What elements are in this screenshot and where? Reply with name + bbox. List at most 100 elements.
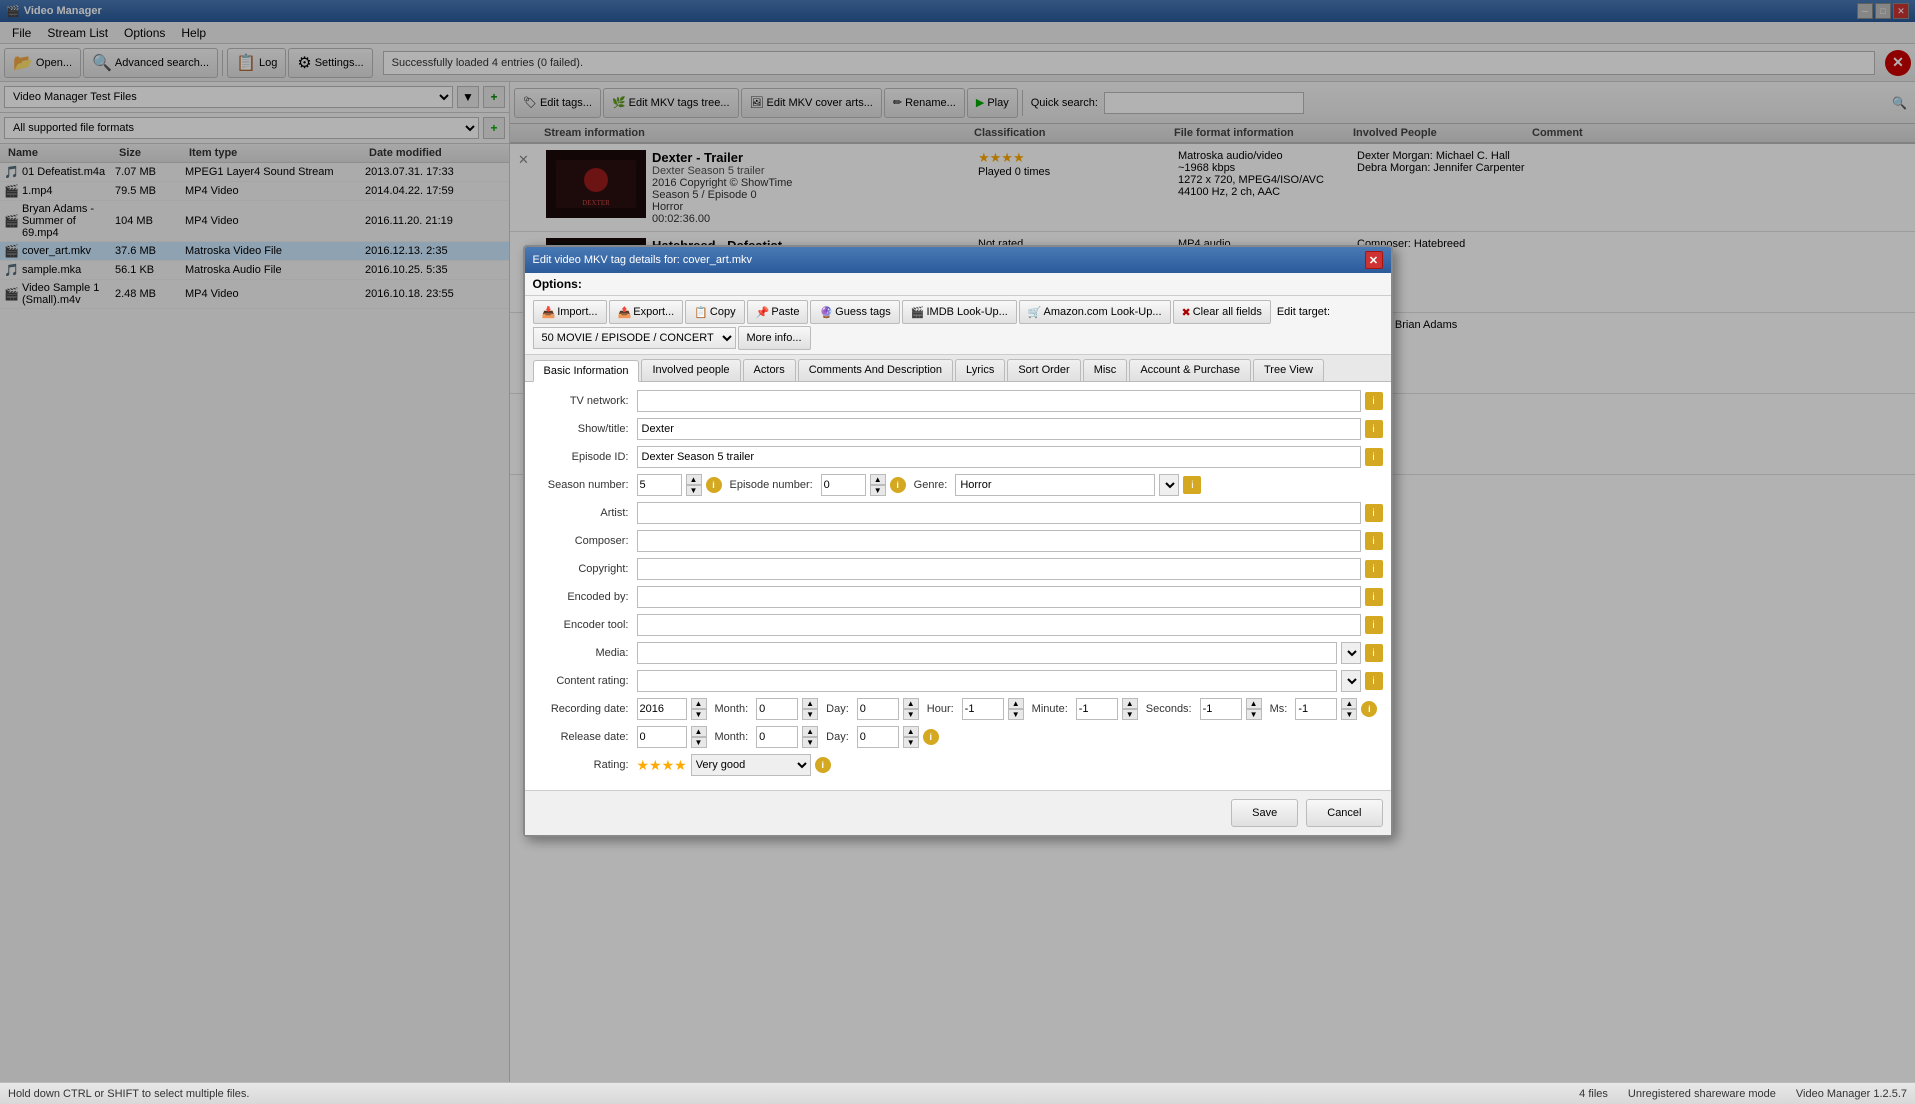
- guess-tags-button[interactable]: 🔮 Guess tags: [810, 300, 899, 324]
- episode-spin: ▲ ▼: [870, 474, 886, 496]
- show-title-input[interactable]: [637, 418, 1361, 440]
- show-title-info-btn[interactable]: i: [1365, 420, 1383, 438]
- recording-month-input[interactable]: [756, 698, 798, 720]
- tab-actors[interactable]: Actors: [743, 359, 796, 381]
- content-rating-dropdown[interactable]: [1341, 670, 1361, 692]
- import-button[interactable]: 📥 Import...: [533, 300, 607, 324]
- recording-day-input[interactable]: [857, 698, 899, 720]
- rec-sec-down[interactable]: ▼: [1246, 709, 1262, 720]
- rel-year-down[interactable]: ▼: [691, 737, 707, 748]
- episode-id-info-btn[interactable]: i: [1365, 448, 1383, 466]
- recording-year-input[interactable]: [637, 698, 687, 720]
- composer-info-btn[interactable]: i: [1365, 532, 1383, 550]
- copy-button[interactable]: 📋 Copy: [685, 300, 744, 324]
- recording-ms-input[interactable]: [1295, 698, 1337, 720]
- rec-month-up[interactable]: ▲: [802, 698, 818, 709]
- rec-month-down[interactable]: ▼: [802, 709, 818, 720]
- export-button[interactable]: 📤 Export...: [609, 300, 684, 324]
- genre-dropdown[interactable]: [1159, 474, 1179, 496]
- rating-select[interactable]: Very good Excellent Good Fair Poor: [691, 754, 811, 776]
- dialog-footer: Save Cancel: [525, 790, 1391, 835]
- season-down-btn[interactable]: ▼: [686, 485, 702, 496]
- encoded-by-input[interactable]: [637, 586, 1361, 608]
- season-number-input[interactable]: [637, 474, 682, 496]
- release-day-input[interactable]: [857, 726, 899, 748]
- tab-involved-people[interactable]: Involved people: [641, 359, 740, 381]
- cancel-button[interactable]: Cancel: [1306, 799, 1382, 827]
- encoder-tool-input[interactable]: [637, 614, 1361, 636]
- rec-day-down[interactable]: ▼: [903, 709, 919, 720]
- more-info-button[interactable]: More info...: [738, 326, 811, 350]
- rec-hour-down[interactable]: ▼: [1008, 709, 1024, 720]
- copyright-input[interactable]: [637, 558, 1361, 580]
- recording-hour-input[interactable]: [962, 698, 1004, 720]
- release-month-input[interactable]: [756, 726, 798, 748]
- tab-misc[interactable]: Misc: [1083, 359, 1128, 381]
- guess-tags-label: Guess tags: [835, 306, 891, 318]
- artist-input[interactable]: [637, 502, 1361, 524]
- season-info-btn[interactable]: i: [706, 477, 722, 493]
- tv-network-input[interactable]: [637, 390, 1361, 412]
- tab-comments[interactable]: Comments And Description: [798, 359, 953, 381]
- media-info-btn[interactable]: i: [1365, 644, 1383, 662]
- release-date-label: Release date:: [533, 731, 633, 743]
- show-title-row: Show/title: i: [533, 418, 1383, 440]
- rec-date-info-btn[interactable]: i: [1361, 701, 1377, 717]
- encoder-tool-info-btn[interactable]: i: [1365, 616, 1383, 634]
- tab-basic-information[interactable]: Basic Information: [533, 360, 640, 382]
- clear-all-button[interactable]: ✖ Clear all fields: [1173, 300, 1271, 324]
- rec-day-up[interactable]: ▲: [903, 698, 919, 709]
- rec-ms-up[interactable]: ▲: [1341, 698, 1357, 709]
- edit-dialog: Edit video MKV tag details for: cover_ar…: [523, 245, 1393, 837]
- media-dropdown[interactable]: [1341, 642, 1361, 664]
- rating-info-btn[interactable]: i: [815, 757, 831, 773]
- genre-input[interactable]: [955, 474, 1155, 496]
- rec-ms-down[interactable]: ▼: [1341, 709, 1357, 720]
- composer-input[interactable]: [637, 530, 1361, 552]
- release-year-input[interactable]: [637, 726, 687, 748]
- recording-minute-input[interactable]: [1076, 698, 1118, 720]
- save-button[interactable]: Save: [1231, 799, 1298, 827]
- rel-year-up[interactable]: ▲: [691, 726, 707, 737]
- tv-network-info-btn[interactable]: i: [1365, 392, 1383, 410]
- episode-up-btn[interactable]: ▲: [870, 474, 886, 485]
- imdb-button[interactable]: 🎬 IMDB Look-Up...: [902, 300, 1017, 324]
- rec-year-down[interactable]: ▼: [691, 709, 707, 720]
- rec-minute-up[interactable]: ▲: [1122, 698, 1138, 709]
- episode-number-input[interactable]: [821, 474, 866, 496]
- dialog-close-button[interactable]: ✕: [1365, 251, 1383, 269]
- tab-account[interactable]: Account & Purchase: [1129, 359, 1251, 381]
- rel-year-spin: ▲ ▼: [691, 726, 707, 748]
- dialog-toolbar: 📥 Import... 📤 Export... 📋 Copy 📌 Paste 🔮…: [525, 296, 1391, 355]
- rel-date-info-btn[interactable]: i: [923, 729, 939, 745]
- rel-month-up[interactable]: ▲: [802, 726, 818, 737]
- tab-lyrics[interactable]: Lyrics: [955, 359, 1005, 381]
- paste-button[interactable]: 📌 Paste: [747, 300, 809, 324]
- content-rating-info-btn[interactable]: i: [1365, 672, 1383, 690]
- tab-sort-order[interactable]: Sort Order: [1007, 359, 1080, 381]
- rel-day-down[interactable]: ▼: [903, 737, 919, 748]
- rec-sec-up[interactable]: ▲: [1246, 698, 1262, 709]
- season-episode-row: Season number: ▲ ▼ i Episode number: ▲ ▼…: [533, 474, 1383, 496]
- season-up-btn[interactable]: ▲: [686, 474, 702, 485]
- edit-target-select[interactable]: 50 MOVIE / EPISODE / CONCERT: [533, 327, 736, 349]
- tab-tree-view[interactable]: Tree View: [1253, 359, 1324, 381]
- episode-id-input[interactable]: [637, 446, 1361, 468]
- genre-info-btn[interactable]: i: [1183, 476, 1201, 494]
- rec-hour-up[interactable]: ▲: [1008, 698, 1024, 709]
- episode-down-btn[interactable]: ▼: [870, 485, 886, 496]
- amazon-button[interactable]: 🛒 Amazon.com Look-Up...: [1019, 300, 1171, 324]
- recording-seconds-input[interactable]: [1200, 698, 1242, 720]
- rec-minute-down[interactable]: ▼: [1122, 709, 1138, 720]
- media-input[interactable]: [637, 642, 1337, 664]
- rec-hour-label: Hour:: [923, 703, 958, 715]
- episode-info-btn[interactable]: i: [890, 477, 906, 493]
- encoded-by-info-btn[interactable]: i: [1365, 588, 1383, 606]
- copyright-info-btn[interactable]: i: [1365, 560, 1383, 578]
- artist-info-btn[interactable]: i: [1365, 504, 1383, 522]
- rel-month-down[interactable]: ▼: [802, 737, 818, 748]
- rec-minute-spin: ▲ ▼: [1122, 698, 1138, 720]
- rec-year-up[interactable]: ▲: [691, 698, 707, 709]
- rel-day-up[interactable]: ▲: [903, 726, 919, 737]
- content-rating-input[interactable]: [637, 670, 1337, 692]
